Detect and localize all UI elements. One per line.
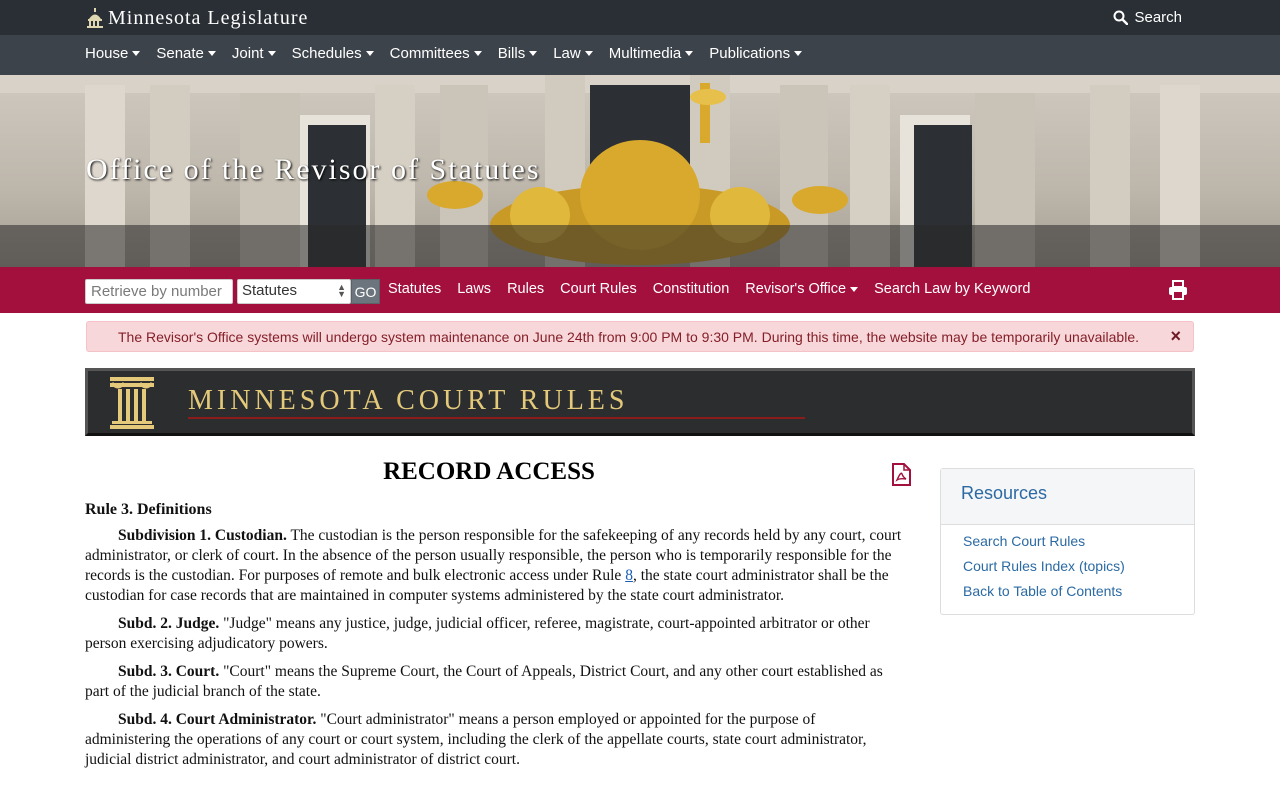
close-icon[interactable]: × (1170, 326, 1181, 347)
print-icon[interactable] (1168, 280, 1188, 300)
top-search-label: Search (1134, 8, 1182, 26)
nav-law[interactable]: Law (553, 45, 593, 62)
link-revisors-office[interactable]: Revisor's Office (745, 281, 859, 297)
resources-panel: Resources Search Court Rules Court Rules… (940, 468, 1195, 615)
nav-committees[interactable]: Committees (390, 45, 482, 62)
nav-house[interactable]: House (85, 45, 141, 62)
rule-heading: Rule 3. Definitions (85, 501, 212, 518)
link-search-law-by-keyword[interactable]: Search Law by Keyword (874, 281, 1030, 297)
rule-8-link[interactable]: 8 (625, 567, 633, 584)
pillar-logo-icon (110, 377, 154, 429)
top-search-button[interactable]: Search (1113, 6, 1182, 28)
caret-down-icon (685, 51, 694, 56)
page-title: RECORD ACCESS (383, 458, 595, 485)
subdivision-2: Subd. 2. Judge. "Judge" means any justic… (85, 614, 903, 654)
nav-schedules-label: Schedules (291, 45, 362, 62)
select-arrows-icon: ▲ ▼ (337, 282, 346, 299)
retrieve-by-number-input[interactable] (85, 279, 233, 304)
nav-committees-label: Committees (389, 45, 470, 62)
caret-down-icon (584, 51, 593, 56)
nav-senate[interactable]: Senate (156, 45, 216, 62)
site-brand-link[interactable]: Minnesota Legislature (86, 6, 308, 30)
banner-underline (188, 417, 805, 419)
maintenance-alert: The Revisor's Office systems will underg… (86, 321, 1194, 352)
document-type-value: Statutes (242, 282, 298, 299)
caret-down-icon (132, 51, 141, 56)
top-bar: Minnesota Legislature Search (0, 0, 1280, 35)
site-brand-text: Minnesota Legislature (108, 6, 309, 29)
link-constitution[interactable]: Constitution (653, 281, 730, 297)
link-court-rules[interactable]: Court Rules (560, 281, 637, 297)
link-laws[interactable]: Laws (457, 281, 491, 297)
nav-senate-label: Senate (156, 45, 204, 62)
main-nav: House Senate Joint Schedules Committees … (0, 35, 1280, 75)
subdivision-1: Subdivision 1. Custodian. The custodian … (85, 526, 903, 606)
search-icon (1113, 10, 1129, 25)
hero-title: Office of the Revisor of Statutes (86, 153, 541, 186)
nav-bills-label: Bills (497, 45, 526, 62)
caret-down-icon (794, 51, 803, 56)
caret-down-icon (207, 51, 216, 56)
caret-down-icon (365, 51, 374, 56)
subd-label: Subd. 2. Judge. (118, 615, 220, 632)
pdf-icon[interactable] (892, 463, 911, 486)
nav-bills[interactable]: Bills (498, 45, 538, 62)
link-rules[interactable]: Rules (507, 281, 544, 297)
nav-publications-label: Publications (709, 45, 791, 62)
subd-label: Subd. 3. Court. (118, 663, 220, 680)
subdivision-3: Subd. 3. Court. "Court" means the Suprem… (85, 662, 903, 702)
link-back-to-toc[interactable]: Back to Table of Contents (963, 583, 1194, 599)
nav-publications[interactable]: Publications (709, 45, 803, 62)
resources-title: Resources (941, 469, 1194, 525)
link-revisors-office-label: Revisor's Office (745, 281, 847, 297)
nav-multimedia[interactable]: Multimedia (609, 45, 694, 62)
revisor-links: Statutes Laws Rules Court Rules Constitu… (388, 281, 1046, 297)
capitol-dome-icon (87, 8, 103, 28)
caret-down-icon (850, 286, 859, 292)
court-rules-title: MINNESOTA COURT RULES (188, 385, 629, 416)
subd-label: Subdivision 1. Custodian. (118, 527, 287, 544)
subdivision-4: Subd. 4. Court Administrator. "Court adm… (85, 710, 903, 770)
nav-schedules[interactable]: Schedules (292, 45, 374, 62)
alert-message: The Revisor's Office systems will underg… (118, 329, 1139, 345)
hero-title-band (0, 225, 1280, 267)
court-rules-banner: MINNESOTA COURT RULES (85, 368, 1195, 436)
nav-joint-label: Joint (231, 45, 264, 62)
caret-down-icon (473, 51, 482, 56)
link-search-court-rules[interactable]: Search Court Rules (963, 533, 1194, 549)
link-court-rules-index[interactable]: Court Rules Index (topics) (963, 558, 1194, 574)
go-button[interactable]: GO (351, 279, 380, 304)
document-body: Rule 3. Definitions Subdivision 1. Custo… (85, 500, 903, 778)
nav-house-label: House (85, 45, 129, 62)
document-type-select[interactable]: Statutes ▲ ▼ (237, 279, 351, 304)
caret-down-icon (267, 51, 276, 56)
caret-down-icon (529, 51, 538, 56)
subd-label: Subd. 4. Court Administrator. (118, 711, 317, 728)
nav-multimedia-label: Multimedia (608, 45, 682, 62)
nav-joint[interactable]: Joint (232, 45, 276, 62)
nav-law-label: Law (553, 45, 581, 62)
link-statutes[interactable]: Statutes (388, 281, 441, 297)
